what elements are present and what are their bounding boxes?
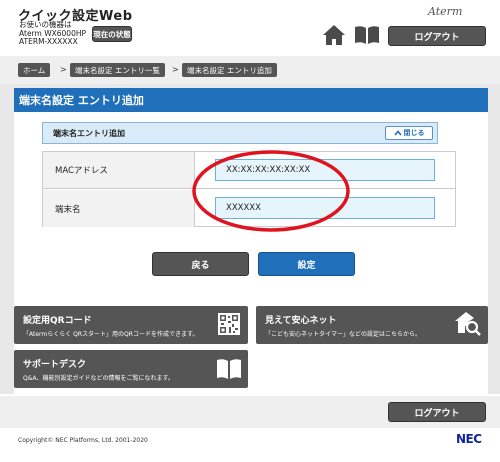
qr-code-card[interactable]: 設定用QRコード 「Atermらくらく QRスタート」用のQRコードを作成できま… (14, 306, 248, 344)
device-name: ATERM-XXXXXX (19, 37, 78, 46)
aterm-logo: Aterm (428, 5, 463, 18)
form-row-mac: MACアドレス (43, 152, 455, 189)
safe-card-desc: 「こども安心ネットタイマー」などの設定はこちらから。 (265, 331, 422, 338)
breadcrumb-home[interactable]: ホーム (18, 63, 51, 77)
section-header: 端末名エントリ追加 閉じる (42, 122, 438, 144)
form-row-name: 端末名 (43, 190, 455, 227)
device-name-label: 端末名 (43, 190, 195, 227)
safe-net-card[interactable]: 見えて安心ネット 「こども安心ネットタイマー」などの設定はこちらから。 (256, 306, 488, 344)
breadcrumb-current: 端末名設定 エントリ追加 (182, 63, 277, 77)
collapse-label: 閉じる (403, 129, 425, 137)
support-desk-card[interactable]: サポートデスク Q&A、機能別設定ガイドなどの情報をご覧になれます。 (14, 350, 248, 388)
logout-button[interactable]: ログアウト (388, 26, 486, 46)
breadcrumb-separator: > (172, 65, 179, 74)
submit-button[interactable]: 設定 (258, 252, 355, 276)
breadcrumb-entry-list[interactable]: 端末名設定 エントリ一覧 (70, 63, 165, 77)
support-card-title: サポートデスク (23, 360, 87, 370)
entry-form: MACアドレス 端末名 (42, 151, 456, 227)
support-card-desc: Q&A、機能別設定ガイドなどの情報をご覧になれます。 (23, 375, 174, 382)
current-status-button[interactable]: 現在の状態 (92, 26, 132, 42)
device-name-input[interactable] (215, 197, 435, 219)
back-button[interactable]: 戻る (152, 252, 249, 276)
section-title: 端末名エントリ追加 (53, 128, 125, 138)
qr-code-icon (218, 313, 240, 335)
mac-label: MACアドレス (43, 152, 195, 188)
home-icon[interactable] (322, 24, 346, 46)
header: クイック設定Web お使いの機器は Aterm WX6000HP ATERM-X… (0, 0, 500, 56)
nec-logo: NEC (456, 432, 482, 446)
copyright: Copyright© NEC Platforms, Ltd. 2001-2020 (18, 437, 148, 444)
device-info: お使いの機器は Aterm WX6000HP ATERM-XXXXXX (19, 20, 86, 47)
book-icon[interactable] (354, 25, 380, 45)
qr-card-title: 設定用QRコード (23, 316, 92, 326)
breadcrumb-separator: > (60, 65, 67, 74)
logout-button-bottom[interactable]: ログアウト (388, 402, 486, 422)
page-title: 端末名設定 エントリ追加 (14, 88, 488, 112)
chevron-up-icon (393, 130, 402, 136)
qr-card-desc: 「Atermらくらく QRスタート」用のQRコードを作成できます。 (23, 331, 199, 338)
safe-card-title: 見えて安心ネット (265, 316, 337, 326)
mac-address-input[interactable] (215, 159, 435, 181)
breadcrumb: ホーム > 端末名設定 エントリ一覧 > 端末名設定 エントリ追加 (0, 56, 500, 84)
house-search-icon (455, 312, 481, 336)
book-icon (217, 359, 241, 379)
collapse-button[interactable]: 閉じる (385, 126, 433, 140)
